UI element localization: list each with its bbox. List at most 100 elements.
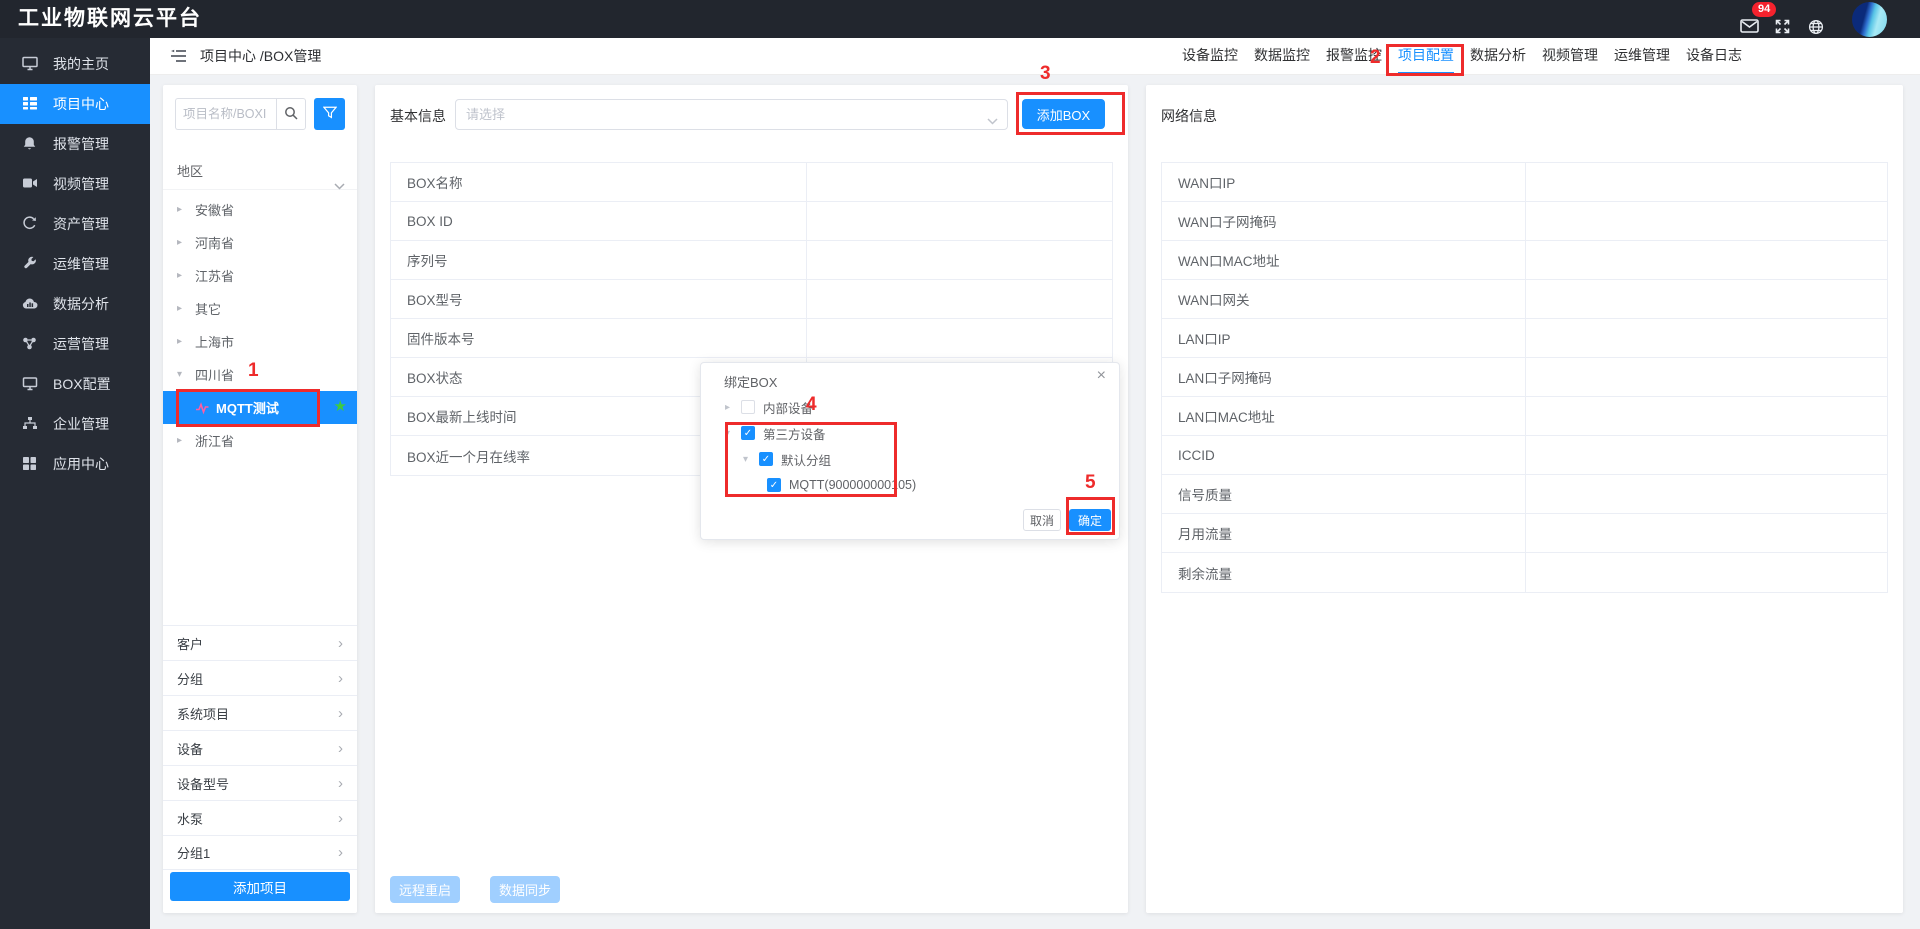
chevron-right-icon: › (338, 635, 343, 652)
caret-right-icon[interactable]: ▸ (177, 270, 195, 281)
tab-project-config[interactable]: 项目配置 (1390, 38, 1462, 75)
tree-node-province[interactable]: ▸河南省 (163, 226, 357, 259)
accordion-system-project[interactable]: 系统项目› (163, 695, 357, 730)
cancel-button[interactable]: 取消 (1023, 509, 1061, 531)
tree-node-project-selected[interactable]: MQTT测试 ★ (163, 391, 357, 424)
sidebar-item-video-mgmt[interactable]: 视频管理 (0, 164, 150, 204)
sidebar-item-alarm-mgmt[interactable]: 报警管理 (0, 124, 150, 164)
close-icon[interactable]: × (1097, 368, 1106, 384)
table-row: BOX型号 (391, 280, 1112, 319)
tab-ops-mgmt[interactable]: 运维管理 (1606, 38, 1678, 75)
accordion-device-model[interactable]: 设备型号› (163, 765, 357, 800)
tree-node-province[interactable]: ▸安徽省 (163, 193, 357, 226)
caret-right-icon[interactable]: ▸ (177, 237, 195, 248)
sidebar-item-label: 应用中心 (53, 454, 109, 474)
check-icon: ✓ (770, 480, 778, 491)
sidebar-item-box-config[interactable]: BOX配置 (0, 364, 150, 404)
tree-node-province[interactable]: ▸上海市 (163, 325, 357, 358)
popover-title: 绑定BOX (724, 372, 777, 391)
confirm-button[interactable]: 确定 (1069, 509, 1111, 531)
tab-device-log[interactable]: 设备日志 (1678, 38, 1750, 75)
accordion-device[interactable]: 设备› (163, 730, 357, 765)
tree-node-province[interactable]: ▸浙江省 (163, 424, 357, 457)
sidebar-item-ops-maintenance[interactable]: 运维管理 (0, 244, 150, 284)
tab-alarm-monitor[interactable]: 报警监控 (1318, 38, 1390, 75)
basic-info-title: 基本信息 (390, 106, 446, 126)
sidebar-item-label: 数据分析 (53, 294, 109, 314)
toolbar: 项目中心 /BOX管理 设备监控 数据监控 报警监控 项目配置 数据分析 视频管… (150, 38, 1920, 75)
tree-node-province[interactable]: ▸其它 (163, 292, 357, 325)
favorite-star-icon[interactable]: ★ (334, 399, 347, 414)
table-row: WAN口IP (1162, 163, 1887, 202)
tree-node-province[interactable]: ▸江苏省 (163, 259, 357, 292)
header-actions: 94 (1680, 0, 1920, 38)
tab-data-analysis[interactable]: 数据分析 (1462, 38, 1534, 75)
field-value (1525, 436, 1887, 474)
popover-tree-node[interactable]: ✓ MQTT(900000000105) (701, 473, 1119, 497)
search-input[interactable] (175, 98, 276, 130)
checkbox-checked[interactable]: ✓ (741, 426, 755, 440)
fullscreen-icon[interactable] (1775, 19, 1795, 35)
popover-tree-node[interactable]: ▾ ✓ 第三方设备 (701, 421, 1119, 445)
table-row: 月用流量 (1162, 514, 1887, 553)
table-row: WAN口子网掩码 (1162, 202, 1887, 241)
region-tree: ▸安徽省 ▸河南省 ▸江苏省 ▸其它 ▸上海市 ▾四川省 MQTT测试 ★ ▸浙… (163, 193, 357, 457)
sidebar-item-label: BOX配置 (53, 374, 111, 394)
checkbox-checked[interactable]: ✓ (759, 452, 773, 466)
box-select[interactable]: 请选择 (455, 99, 1008, 130)
caret-right-icon[interactable]: ▸ (177, 435, 195, 446)
envelope-icon[interactable] (1740, 19, 1760, 35)
recycle-icon (22, 216, 40, 232)
sidebar-item-asset-mgmt[interactable]: 资产管理 (0, 204, 150, 244)
add-box-button[interactable]: 添加BOX (1022, 99, 1105, 129)
message-count-badge: 94 (1752, 2, 1776, 17)
tree-node-province-expanded[interactable]: ▾四川省 (163, 358, 357, 391)
table-row: LAN口MAC地址 (1162, 397, 1887, 436)
accordion-group1[interactable]: 分组1› (163, 835, 357, 870)
chevron-right-icon: › (338, 705, 343, 722)
tab-video-mgmt[interactable]: 视频管理 (1534, 38, 1606, 75)
user-avatar[interactable] (1852, 2, 1887, 37)
field-value (1525, 358, 1887, 396)
sidebar-item-enterprise-mgmt[interactable]: 企业管理 (0, 404, 150, 444)
accordion-group[interactable]: 分组› (163, 660, 357, 695)
caret-down-icon[interactable]: ▾ (725, 428, 741, 439)
chevron-right-icon: › (338, 844, 343, 861)
tab-data-monitor[interactable]: 数据监控 (1246, 38, 1318, 75)
caret-right-icon[interactable]: ▸ (177, 303, 195, 314)
popover-tree-node[interactable]: ▸ 内部设备 (701, 395, 1119, 419)
sidebar-item-operation-mgmt[interactable]: 运营管理 (0, 324, 150, 364)
table-row: BOX ID (391, 202, 1112, 241)
tab-device-monitor[interactable]: 设备监控 (1174, 38, 1246, 75)
add-project-button[interactable]: 添加项目 (170, 872, 350, 901)
checkbox-checked[interactable]: ✓ (767, 478, 781, 492)
network-info-title: 网络信息 (1161, 106, 1217, 126)
sidebar-item-project-center[interactable]: 项目中心 (0, 84, 150, 124)
sidebar-item-label: 项目中心 (53, 94, 109, 114)
accordion-customer[interactable]: 客户› (163, 625, 357, 660)
caret-right-icon[interactable]: ▸ (177, 336, 195, 347)
filter-button[interactable] (314, 98, 345, 130)
chevron-right-icon: › (338, 775, 343, 792)
network-info-table: WAN口IP WAN口子网掩码 WAN口MAC地址 WAN口网关 LAN口IP … (1161, 162, 1888, 593)
remote-restart-button[interactable]: 远程重启 (390, 876, 460, 903)
popover-tree-node[interactable]: ▾ ✓ 默认分组 (701, 447, 1119, 471)
checkbox-unchecked[interactable] (741, 400, 755, 414)
monitor-icon (22, 56, 40, 72)
sidebar-item-data-analysis[interactable]: 数据分析 (0, 284, 150, 324)
caret-right-icon[interactable]: ▸ (177, 204, 195, 215)
tree-group-region[interactable]: 地区 (163, 153, 357, 190)
caret-down-icon[interactable]: ▾ (743, 454, 759, 465)
funnel-icon (323, 106, 337, 122)
sitemap-icon (22, 416, 40, 432)
accordion-water-pump[interactable]: 水泵› (163, 800, 357, 835)
sidebar-item-my-home[interactable]: 我的主页 (0, 44, 150, 84)
field-value (1525, 514, 1887, 552)
data-sync-button[interactable]: 数据同步 (490, 876, 560, 903)
globe-language-icon[interactable] (1808, 19, 1828, 35)
caret-down-icon[interactable]: ▾ (177, 369, 195, 380)
collapse-menu-icon[interactable] (170, 49, 187, 63)
caret-right-icon[interactable]: ▸ (725, 402, 741, 413)
search-button[interactable] (276, 98, 306, 130)
sidebar-item-app-center[interactable]: 应用中心 (0, 444, 150, 484)
